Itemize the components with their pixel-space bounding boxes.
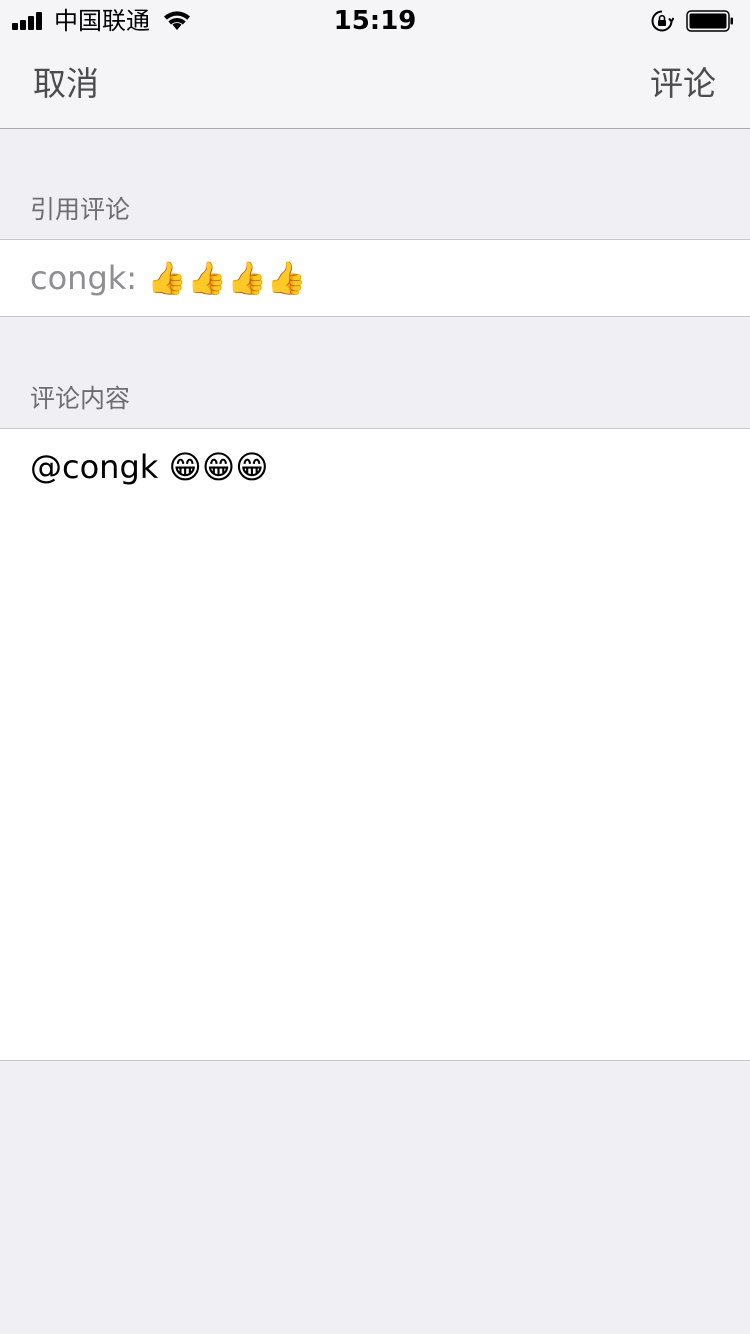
quote-section-header: 引用评论 <box>0 190 750 230</box>
clock: 15:19 <box>333 6 417 36</box>
rotation-lock-icon <box>651 10 674 32</box>
content-section-title: 评论内容 <box>30 384 131 413</box>
comment-input-area[interactable]: @congk 😁😁😁 <box>0 428 750 1061</box>
submit-comment-button[interactable]: 评论 <box>650 62 716 106</box>
content-section-header: 评论内容 <box>0 379 750 419</box>
cancel-button[interactable]: 取消 <box>33 62 99 106</box>
status-bar: 中国联通 15:19 <box>0 0 750 40</box>
quoted-comment-cell: congk: 👍👍👍👍 <box>0 239 750 317</box>
comment-input-text[interactable]: @congk 😁😁😁 <box>30 445 720 489</box>
quoted-comment-text: congk: 👍👍👍👍 <box>30 259 307 297</box>
navigation-bar: 取消 评论 <box>0 40 750 129</box>
battery-icon <box>686 10 733 32</box>
quote-section-title: 引用评论 <box>30 195 131 224</box>
